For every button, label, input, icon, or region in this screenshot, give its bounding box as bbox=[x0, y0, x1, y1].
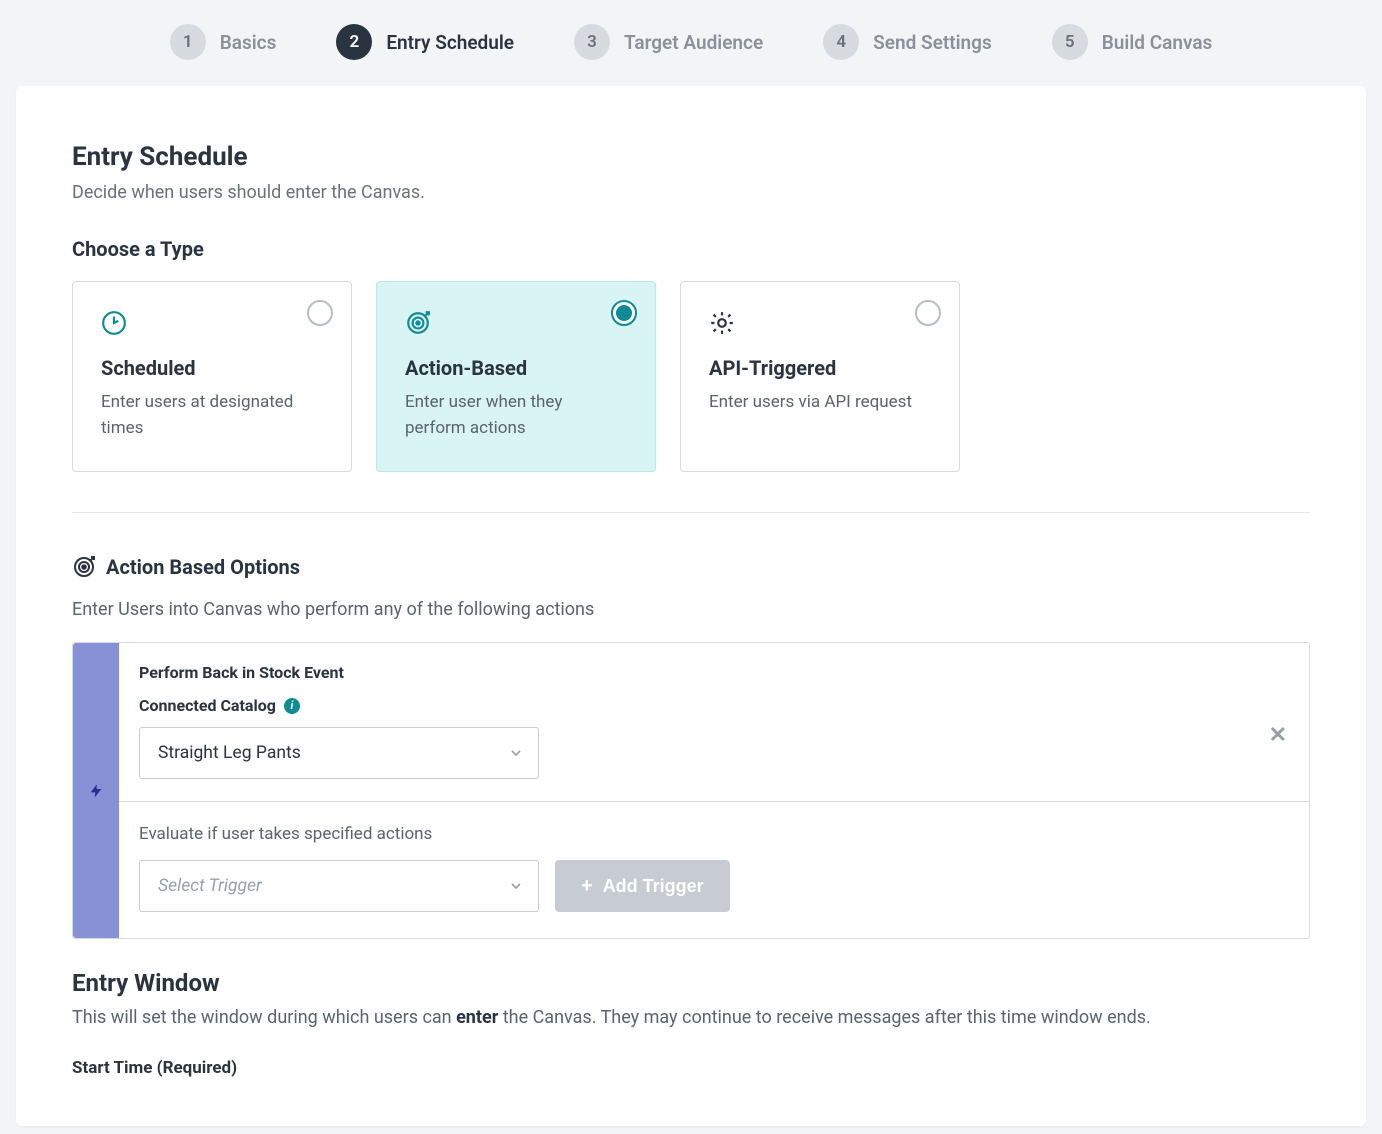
type-card-title: Scheduled bbox=[101, 356, 323, 380]
type-card-row: Scheduled Enter users at designated time… bbox=[72, 281, 1310, 472]
entry-window-desc: This will set the window during which us… bbox=[72, 1007, 1310, 1028]
start-time-label: Start Time (Required) bbox=[72, 1058, 1310, 1078]
trigger-container: Perform Back in Stock Event Connected Ca… bbox=[72, 642, 1310, 939]
chevron-down-icon bbox=[508, 745, 524, 761]
trigger-bottom: Evaluate if user takes specified actions… bbox=[119, 802, 1309, 938]
entry-window-desc-bold: enter bbox=[456, 1007, 498, 1028]
action-based-options-sub: Enter Users into Canvas who perform any … bbox=[72, 599, 1310, 620]
plus-icon: + bbox=[581, 876, 593, 896]
select-trigger-dropdown[interactable]: Select Trigger bbox=[139, 860, 539, 912]
gear-icon bbox=[709, 310, 735, 336]
connected-catalog-select[interactable]: Straight Leg Pants bbox=[139, 727, 539, 779]
info-icon[interactable]: i bbox=[284, 698, 300, 714]
action-based-options-heading: Action Based Options bbox=[72, 555, 1310, 579]
page-title: Entry Schedule bbox=[72, 142, 1310, 172]
connected-catalog-label: Connected Catalog i bbox=[139, 696, 1289, 715]
wizard-stepper: 1 Basics 2 Entry Schedule 3 Target Audie… bbox=[0, 0, 1382, 86]
trigger-top: Perform Back in Stock Event Connected Ca… bbox=[119, 643, 1309, 802]
entry-window-title: Entry Window bbox=[72, 969, 1310, 997]
type-card-desc: Enter users via API request bbox=[709, 390, 931, 416]
type-card-desc: Enter user when they perform actions bbox=[405, 390, 627, 441]
trigger-event-title: Perform Back in Stock Event bbox=[139, 663, 1289, 682]
step-number: 1 bbox=[170, 24, 206, 60]
target-icon bbox=[72, 555, 96, 579]
connected-catalog-text: Connected Catalog bbox=[139, 696, 276, 715]
target-icon bbox=[405, 310, 431, 336]
step-label: Build Canvas bbox=[1102, 31, 1213, 54]
type-card-scheduled[interactable]: Scheduled Enter users at designated time… bbox=[72, 281, 352, 472]
action-based-options-label: Action Based Options bbox=[106, 555, 300, 579]
step-number: 2 bbox=[336, 24, 372, 60]
chevron-down-icon bbox=[508, 878, 524, 894]
add-trigger-button[interactable]: + Add Trigger bbox=[555, 860, 730, 912]
choose-type-heading: Choose a Type bbox=[72, 237, 1310, 261]
radio-unchecked[interactable] bbox=[307, 300, 333, 326]
radio-checked[interactable] bbox=[611, 300, 637, 326]
add-trigger-label: Add Trigger bbox=[603, 876, 704, 897]
entry-window-desc-before: This will set the window during which us… bbox=[72, 1007, 456, 1028]
clock-icon bbox=[101, 310, 127, 336]
type-card-api-triggered[interactable]: API-Triggered Enter users via API reques… bbox=[680, 281, 960, 472]
type-card-title: Action-Based bbox=[405, 356, 627, 380]
bolt-icon bbox=[88, 780, 104, 802]
step-send-settings[interactable]: 4 Send Settings bbox=[823, 24, 992, 60]
step-label: Send Settings bbox=[873, 31, 992, 54]
divider bbox=[72, 512, 1310, 513]
trigger-body: Perform Back in Stock Event Connected Ca… bbox=[119, 643, 1309, 938]
type-card-action-based[interactable]: Action-Based Enter user when they perfor… bbox=[376, 281, 656, 472]
remove-trigger-button[interactable]: ✕ bbox=[1269, 723, 1287, 748]
step-entry-schedule[interactable]: 2 Entry Schedule bbox=[336, 24, 514, 60]
connected-catalog-value: Straight Leg Pants bbox=[158, 743, 301, 763]
step-build-canvas[interactable]: 5 Build Canvas bbox=[1052, 24, 1213, 60]
radio-unchecked[interactable] bbox=[915, 300, 941, 326]
page-subtitle: Decide when users should enter the Canva… bbox=[72, 182, 1310, 203]
step-number: 5 bbox=[1052, 24, 1088, 60]
step-target-audience[interactable]: 3 Target Audience bbox=[574, 24, 763, 60]
select-trigger-placeholder: Select Trigger bbox=[158, 876, 262, 896]
main-panel: Entry Schedule Decide when users should … bbox=[16, 86, 1366, 1126]
step-number: 4 bbox=[823, 24, 859, 60]
step-label: Entry Schedule bbox=[386, 31, 514, 54]
trigger-rail bbox=[73, 643, 119, 938]
step-label: Basics bbox=[220, 31, 277, 54]
step-label: Target Audience bbox=[624, 31, 763, 54]
type-card-title: API-Triggered bbox=[709, 356, 931, 380]
entry-window-desc-after: the Canvas. They may continue to receive… bbox=[498, 1007, 1150, 1028]
type-card-desc: Enter users at designated times bbox=[101, 390, 323, 441]
evaluate-text: Evaluate if user takes specified actions bbox=[139, 824, 1289, 844]
step-number: 3 bbox=[574, 24, 610, 60]
step-basics[interactable]: 1 Basics bbox=[170, 24, 277, 60]
